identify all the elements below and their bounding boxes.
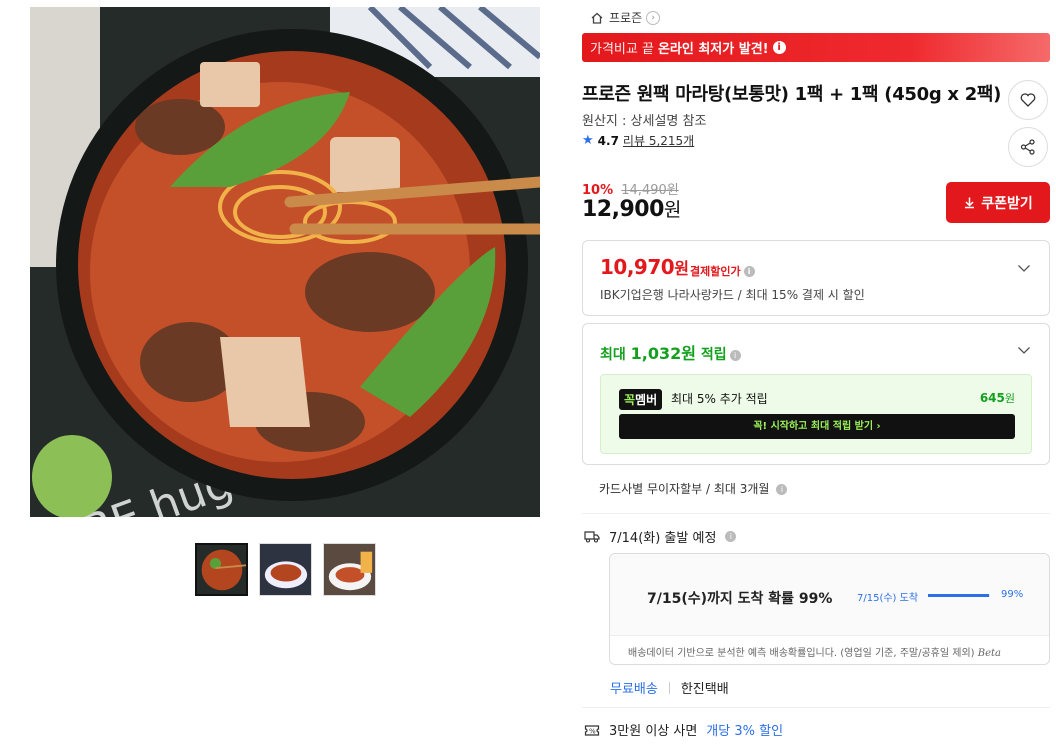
sale-price-number: 12,900 — [582, 197, 664, 222]
info-icon[interactable]: i — [729, 350, 741, 361]
eta-label: 7/15(수) 도착 — [857, 593, 919, 604]
card-discount-label-text: 결제할인가 — [690, 265, 741, 278]
divider — [582, 513, 1050, 514]
card-discount-number: 10,970 — [600, 255, 675, 279]
card-discount-unit: 원 — [674, 259, 689, 278]
delivery-probability-box: 7/15(수)까지 도착 확률 99% 7/15(수) 도착 99% 배송데이터… — [609, 553, 1050, 665]
installment-info: 카드사별 무이자할부 / 최대 3개월 i — [599, 480, 788, 497]
beta-label: Beta — [977, 648, 1001, 659]
free-shipping-label: 무료배송 — [610, 682, 658, 697]
member-points-unit: 원 — [1004, 392, 1015, 405]
share-icon — [1020, 139, 1035, 155]
sale-price: 12,900원 — [582, 195, 681, 222]
promo-text: 3만원 이상 사면 — [609, 724, 698, 739]
bulk-discount-promo: % 3만원 이상 사면 개당 3% 할인 — [584, 720, 783, 739]
member-text: 최대 5% 추가 적립 — [671, 392, 768, 406]
chevron-down-icon[interactable] — [1017, 261, 1031, 275]
thumbnail-1[interactable] — [195, 543, 248, 596]
banner-strong: 온라인 최저가 발견! — [657, 42, 769, 57]
heart-icon — [1020, 93, 1036, 107]
thumbnail-3[interactable] — [323, 543, 376, 596]
probability-note: 배송데이터 기반으로 분석한 예측 배송확률입니다. (영업일 기준, 주말/공… — [628, 644, 1001, 659]
carrier-name: 한진택배 — [680, 682, 729, 697]
thumbnail-strip — [195, 543, 376, 596]
lowest-price-banner[interactable]: 가격비교 끝 온라인 최저가 발견! i — [582, 33, 1050, 62]
home-icon — [591, 12, 603, 24]
rating-score: 4.7 — [597, 133, 619, 148]
card-discount-detail: IBK기업은행 나라사랑카드 / 최대 15% 결제 시 할인 — [600, 288, 865, 302]
breadcrumb[interactable]: 프로즌 › — [590, 9, 661, 26]
probability-percent: 99% — [1001, 589, 1024, 600]
coupon-download-button[interactable]: 쿠폰받기 — [946, 182, 1050, 223]
info-icon[interactable]: i — [776, 484, 788, 495]
member-points: 645원 — [980, 390, 1015, 406]
info-icon[interactable]: i — [725, 531, 737, 542]
info-icon[interactable]: i — [743, 266, 755, 277]
chevron-down-icon[interactable] — [1017, 343, 1031, 357]
membership-box: 꼭멤버 최대 5% 추가 적립 645원 꼭! 시작하고 최대 적립 받기 › — [600, 374, 1032, 454]
download-icon — [965, 197, 975, 209]
product-origin: 원산지 : 상세설명 참조 — [582, 114, 707, 129]
reward-summary: 최대 1,032원 적립 i — [600, 340, 741, 364]
probability-summary: 7/15(수)까지 도착 확률 99% 7/15(수) 도착 99% — [610, 554, 1049, 636]
divider — [668, 681, 670, 694]
wishlist-button[interactable] — [1008, 80, 1048, 120]
shipping-departure: 7/14(화) 출발 예정 i — [584, 527, 737, 546]
probability-bar-fill — [928, 594, 990, 597]
probability-bar — [928, 594, 990, 597]
card-discount-label: 결제할인가 i — [690, 263, 755, 279]
info-icon[interactable]: i — [772, 41, 786, 54]
member-badge-a: 꼭 — [624, 393, 636, 407]
reward-suffix: 적립 — [700, 347, 727, 363]
coupon-label: 쿠폰받기 — [981, 195, 1033, 212]
member-points-number: 645 — [979, 391, 1005, 405]
member-badge: 꼭멤버 — [619, 389, 663, 410]
installment-text: 카드사별 무이자할부 / 최대 3개월 — [599, 482, 770, 496]
reward-prefix: 최대 — [600, 347, 626, 363]
product-main-image: BE hugs k the — [30, 7, 540, 517]
probability-note-text: 배송데이터 기반으로 분석한 예측 배송확률입니다. (영업일 기준, 주말/공… — [628, 648, 975, 659]
reward-amount: 1,032원 — [630, 344, 696, 363]
card-discount-amount: 10,970원 — [600, 255, 689, 279]
coupon-icon: % — [584, 724, 600, 736]
star-icon: ★ — [582, 133, 594, 148]
product-title: 프로즌 원팩 마라탕(보통맛) 1팩 + 1팩 (450g x 2팩) — [582, 84, 1002, 105]
share-button[interactable] — [1008, 127, 1048, 167]
truck-icon — [584, 531, 600, 543]
chevron-right-icon: › — [646, 10, 661, 25]
divider — [582, 707, 1050, 708]
probability-headline: 7/15(수)까지 도착 확률 99% — [647, 591, 833, 607]
breadcrumb-label: 프로즌 — [609, 11, 643, 25]
card-discount-panel[interactable]: 10,970원 결제할인가 i IBK기업은행 나라사랑카드 / 최대 15% 결… — [582, 240, 1050, 316]
thumbnail-2[interactable] — [259, 543, 312, 596]
member-badge-b: 멤버 — [635, 393, 658, 407]
promo-highlight[interactable]: 개당 3% 할인 — [706, 720, 783, 739]
product-rating: ★ 4.7 리뷰 5,215개 — [582, 132, 694, 149]
sale-price-unit: 원 — [663, 199, 681, 221]
review-count-link[interactable]: 리뷰 5,215개 — [623, 132, 694, 149]
svg-text:%: % — [589, 727, 596, 735]
rewards-panel: 최대 1,032원 적립 i 꼭멤버 최대 5% 추가 적립 645원 꼭! 시작… — [582, 323, 1050, 465]
banner-prefix: 가격비교 끝 — [590, 42, 654, 57]
membership-cta-button[interactable]: 꼭! 시작하고 최대 적립 받기 › — [619, 414, 1015, 439]
departure-text: 7/14(화) 출발 예정 — [609, 531, 717, 546]
shipping-method: 무료배송 한진택배 — [610, 678, 729, 697]
